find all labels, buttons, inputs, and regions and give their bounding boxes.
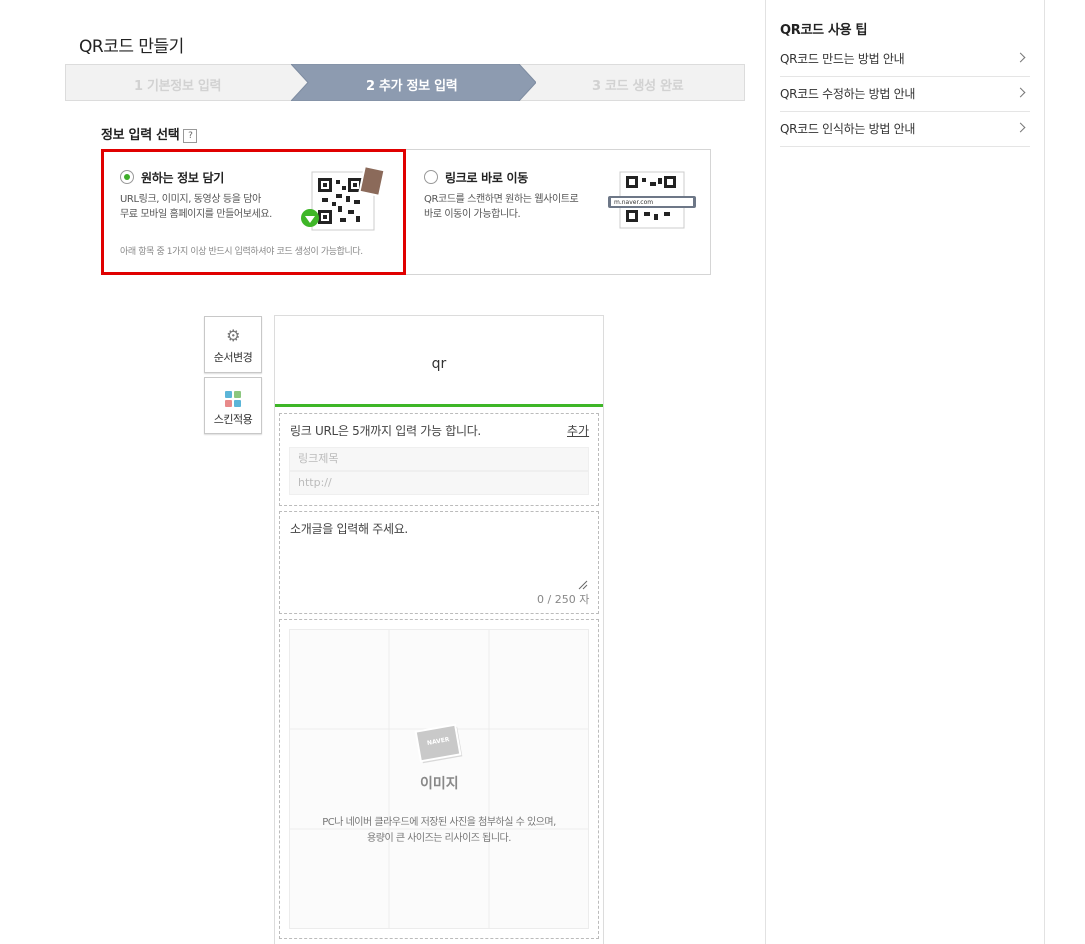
step-3: 3 코드 생성 완료 bbox=[592, 79, 684, 94]
image-desc-line2: 용량이 큰 사이즈는 리사이즈 됩니다. bbox=[367, 833, 511, 844]
radio-rich-info[interactable] bbox=[120, 170, 134, 184]
radio-direct-link[interactable] bbox=[424, 170, 438, 184]
step-bar: 1 기본정보 입력 2 추가 정보 입력 3 코드 생성 완료 bbox=[65, 64, 745, 101]
page-title: QR코드 만들기 bbox=[79, 37, 184, 57]
help-icon[interactable]: ? bbox=[183, 129, 198, 143]
tip-item-label: QR코드 인식하는 방법 안내 bbox=[780, 122, 916, 136]
option2-desc-line2: 바로 이동이 가능합니다. bbox=[424, 209, 521, 220]
url-sample-text: m.naver.com bbox=[614, 199, 654, 206]
intro-placeholder: 소개글을 입력해 주세요. bbox=[290, 522, 408, 536]
add-link-button[interactable]: 추가 bbox=[567, 422, 589, 439]
resize-handle-icon[interactable] bbox=[578, 580, 588, 590]
qr-phone-illustration bbox=[301, 166, 386, 231]
image-title: 이미지 bbox=[420, 776, 459, 792]
link-note: 링크 URL은 5개까지 입력 가능 합니다. bbox=[290, 424, 481, 438]
chevron-right-icon bbox=[1015, 52, 1026, 63]
option1-note: 아래 항목 중 1가지 이상 반드시 입력하셔야 코드 생성이 가능합니다. bbox=[120, 247, 363, 257]
reorder-label: 순서변경 bbox=[213, 351, 253, 364]
tip-item-create[interactable]: QR코드 만드는 방법 안내 bbox=[780, 42, 1030, 77]
sidebar-edge bbox=[1044, 0, 1045, 944]
option2-desc-line1: QR코드를 스캔하면 원하는 웹사이트로 bbox=[424, 194, 579, 205]
option1-title: 원하는 정보 담기 bbox=[141, 171, 224, 185]
apply-skin-label: 스킨적용 bbox=[213, 413, 253, 426]
tip-item-scan[interactable]: QR코드 인식하는 방법 안내 bbox=[780, 112, 1030, 147]
tip-item-label: QR코드 수정하는 방법 안내 bbox=[780, 87, 916, 101]
chevron-right-icon bbox=[1015, 122, 1026, 133]
tip-item-label: QR코드 만드는 방법 안내 bbox=[780, 52, 905, 66]
sidebar-divider bbox=[765, 0, 766, 944]
reorder-button[interactable]: ⚙ 순서변경 bbox=[204, 316, 262, 373]
intro-counter: 0 / 250 자 bbox=[537, 593, 590, 606]
step-1: 1 기본정보 입력 bbox=[134, 79, 222, 94]
preview-title[interactable]: qr bbox=[275, 356, 603, 372]
info-select-label: 정보 입력 선택 bbox=[101, 128, 180, 143]
tips-title: QR코드 사용 팁 bbox=[780, 23, 868, 38]
tip-item-edit[interactable]: QR코드 수정하는 방법 안내 bbox=[780, 77, 1030, 112]
apply-skin-button[interactable]: 스킨적용 bbox=[204, 377, 262, 434]
gear-icon: ⚙ bbox=[226, 326, 240, 345]
grid-icon bbox=[225, 391, 241, 407]
link-title-input[interactable]: 링크제목 bbox=[289, 447, 589, 471]
option1-desc-line1: URL링크, 이미지, 동영상 등을 담아 bbox=[120, 194, 261, 205]
image-desc-line1: PC나 네이버 클라우드에 저장된 사진을 첨부하실 수 있으며, bbox=[322, 817, 556, 828]
info-select-title: 정보 입력 선택? bbox=[101, 124, 198, 143]
option1-desc-line2: 무료 모바일 홈페이지를 만들어보세요. bbox=[120, 209, 272, 220]
link-url-input[interactable]: http:// bbox=[289, 471, 589, 495]
step-2: 2 추가 정보 입력 bbox=[366, 79, 458, 94]
chevron-right-icon bbox=[1015, 87, 1026, 98]
option2-title: 링크로 바로 이동 bbox=[445, 171, 528, 185]
title-divider bbox=[275, 404, 603, 407]
